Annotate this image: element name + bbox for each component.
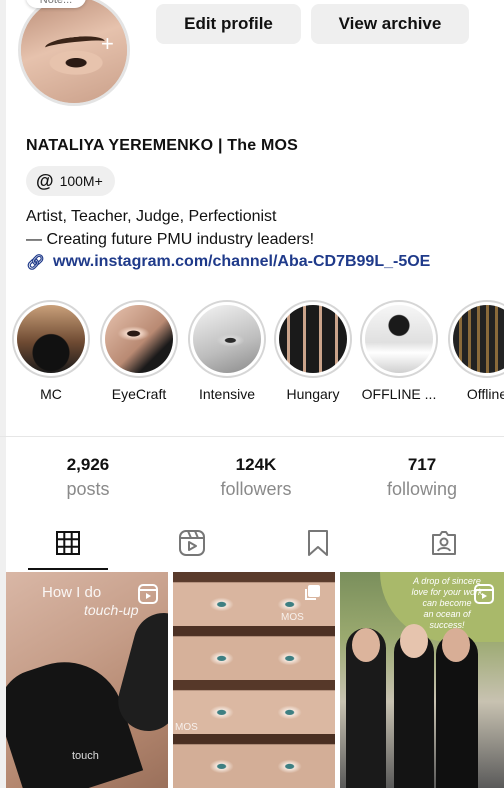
threads-icon: @: [36, 171, 54, 191]
stat-following[interactable]: 717 following: [342, 455, 502, 500]
highlight-cover: [365, 305, 433, 373]
eyes-strip: [173, 734, 335, 788]
person-face: [400, 624, 428, 658]
post-overlay-subtitle: touch-up: [84, 602, 139, 618]
threads-count: 100M+: [59, 173, 103, 189]
highlight-ring: [188, 300, 266, 378]
highlight-cover: [453, 305, 504, 373]
posts-label: posts: [66, 479, 110, 499]
highlight-ring: [360, 300, 438, 378]
reels-badge-icon: [474, 584, 494, 604]
threads-badge[interactable]: @ 100M+: [26, 166, 115, 196]
profile-name: NATALIYA YEREMENKO | The MOS: [26, 137, 299, 154]
active-tab-indicator: [28, 568, 108, 570]
following-label: following: [386, 479, 458, 499]
highlight-cover: [17, 305, 85, 373]
carousel-badge-icon: [305, 585, 320, 600]
post-watermark: MOS: [281, 612, 304, 623]
highlight-label: MC: [40, 386, 62, 402]
highlight-label: OFFLINE ...: [361, 386, 437, 402]
highlight-mc[interactable]: MC: [10, 300, 92, 402]
tab-saved[interactable]: [298, 524, 338, 562]
tab-reels[interactable]: [172, 524, 212, 562]
highlight-hungary[interactable]: Hungary: [272, 300, 354, 402]
highlight-cover: [279, 305, 347, 373]
post-overlay-title: How I do: [42, 584, 102, 601]
highlight-ring: [274, 300, 352, 378]
view-archive-button[interactable]: View archive: [311, 4, 469, 44]
person-face: [442, 628, 470, 662]
bio-line-2: — Creating future PMU industry leaders!: [26, 231, 315, 248]
highlight-label: Intensive: [198, 386, 256, 402]
quote-line: an ocean of: [423, 609, 471, 619]
tab-posts-grid[interactable]: [48, 524, 88, 562]
bio-line-1: Artist, Teacher, Judge, Perfectionist: [26, 208, 277, 225]
post-2[interactable]: MOS MOS: [173, 572, 335, 788]
person-face: [352, 628, 380, 662]
edit-profile-button[interactable]: Edit profile: [156, 4, 301, 44]
highlight-offline[interactable]: Offline: [446, 300, 504, 402]
tagged-icon: [432, 531, 456, 555]
post-watermark: MOS: [175, 722, 198, 733]
tab-tagged[interactable]: [424, 524, 464, 562]
highlight-label: EyeCraft: [111, 386, 167, 402]
highlight-eyecraft[interactable]: EyeCraft: [98, 300, 180, 402]
saved-icon: [308, 530, 328, 556]
highlight-cover: [105, 305, 173, 373]
post-bottom-text: touch: [72, 750, 99, 762]
post-3[interactable]: A drop of sincere love for your work can…: [340, 572, 504, 788]
highlight-label: Hungary: [286, 386, 340, 402]
profile-link-text[interactable]: www.instagram.com/channel/Aba-CD7B99L_-5…: [53, 253, 430, 271]
highlight-label: Offline: [466, 386, 504, 402]
posts-count: 2,926: [66, 455, 110, 474]
followers-count: 124K: [235, 455, 277, 474]
reels-icon: [179, 530, 205, 556]
highlight-intensive[interactable]: Intensive: [186, 300, 268, 402]
section-divider: [0, 436, 504, 437]
highlight-ring: [100, 300, 178, 378]
reels-badge-icon: [138, 584, 158, 604]
eyes-strip: [173, 626, 335, 680]
following-count: 717: [407, 455, 437, 474]
profile-link[interactable]: 🔗︎ www.instagram.com/channel/Aba-CD7B99L…: [26, 253, 430, 271]
highlight-ring: [12, 300, 90, 378]
grid-icon: [56, 531, 80, 555]
highlight-ring: [448, 300, 504, 378]
followers-label: followers: [220, 479, 292, 499]
post-1[interactable]: How I do touch-up touch: [6, 572, 168, 788]
link-icon: 🔗︎: [26, 254, 46, 271]
stat-posts[interactable]: 2,926 posts: [8, 455, 168, 500]
highlight-cover: [193, 305, 261, 373]
profile-avatar[interactable]: +: [18, 0, 130, 106]
stat-followers[interactable]: 124K followers: [176, 455, 336, 500]
note-bubble[interactable]: Note...: [26, 0, 86, 8]
highlight-offline-brows[interactable]: OFFLINE ...: [358, 300, 440, 402]
avatar-sparkle-icon: +: [101, 31, 114, 56]
